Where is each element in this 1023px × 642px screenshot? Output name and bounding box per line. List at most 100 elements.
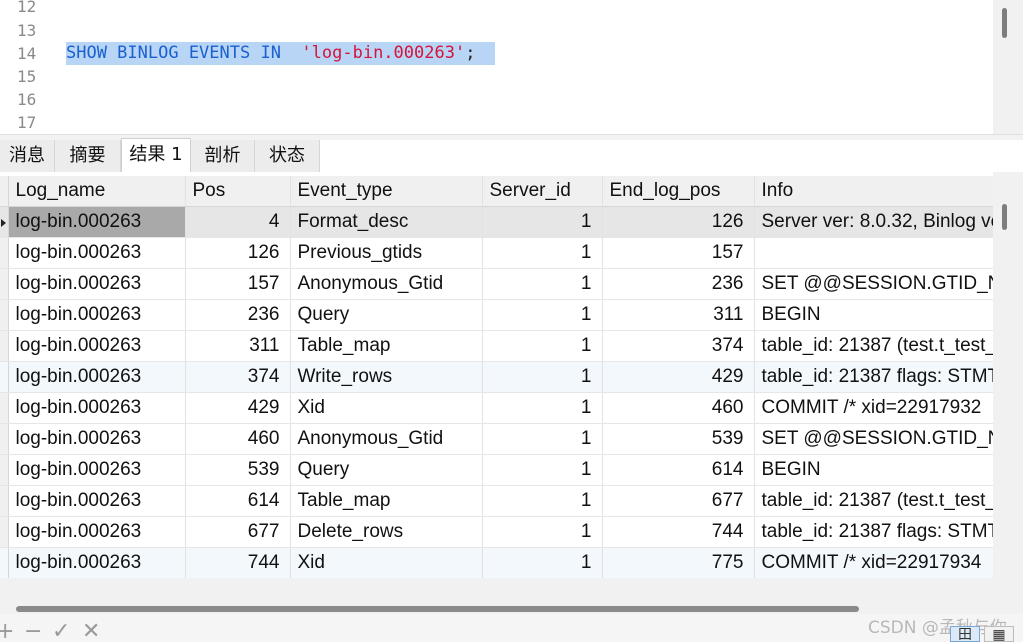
cell-pos[interactable]: 744: [185, 547, 291, 578]
cell-server-id[interactable]: 1: [482, 454, 603, 486]
cell-event-type[interactable]: Table_map: [290, 330, 483, 362]
row-gutter[interactable]: [0, 237, 9, 269]
column-header-log-name[interactable]: Log_name: [8, 176, 186, 207]
table-row[interactable]: log-bin.000263 311 Table_map 1 374 table_id: …: [0, 330, 993, 362]
cell-info[interactable]: table_id: 21387 flags: STMT: [754, 361, 993, 393]
cell-server-id[interactable]: 1: [482, 485, 603, 517]
row-gutter[interactable]: [0, 516, 9, 548]
cell-log-name[interactable]: log-bin.000263: [8, 454, 186, 486]
form-view-button[interactable]: ▦: [984, 626, 1014, 642]
cell-end-log-pos[interactable]: 157: [602, 237, 755, 269]
table-row[interactable]: log-bin.000263 614 Table_map 1 677 table_id: …: [0, 485, 993, 517]
tab-status[interactable]: 状态: [255, 140, 320, 172]
cell-log-name[interactable]: log-bin.000263: [8, 206, 186, 238]
tab-messages[interactable]: 消息: [0, 140, 55, 172]
cell-info[interactable]: BEGIN: [754, 299, 993, 331]
cell-log-name[interactable]: log-bin.000263: [8, 423, 186, 455]
cell-info[interactable]: COMMIT /* xid=22917932: [754, 392, 993, 424]
cell-end-log-pos[interactable]: 311: [602, 299, 755, 331]
cell-info[interactable]: SET @@SESSION.GTID_NEX: [754, 268, 993, 300]
grid-scrollbar-thumb[interactable]: [1002, 204, 1007, 230]
cell-info[interactable]: table_id: 21387 (test.t_test_: [754, 330, 993, 362]
table-row[interactable]: log-bin.000263 429 Xid 1 460 COMMIT /* xid=22…: [0, 392, 993, 424]
cell-event-type[interactable]: Xid: [290, 547, 483, 578]
cell-server-id[interactable]: 1: [482, 237, 603, 269]
cell-log-name[interactable]: log-bin.000263: [8, 361, 186, 393]
table-row[interactable]: log-bin.000263 744 Xid 1 775 COMMIT /* xid=22…: [0, 547, 993, 578]
tab-result-1[interactable]: 结果 1: [121, 138, 191, 172]
row-gutter[interactable]: [0, 361, 9, 393]
cell-end-log-pos[interactable]: 677: [602, 485, 755, 517]
cell-end-log-pos[interactable]: 126: [602, 206, 755, 238]
editor-scrollbar-thumb[interactable]: [1002, 8, 1007, 38]
cell-event-type[interactable]: Query: [290, 299, 483, 331]
cell-log-name[interactable]: log-bin.000263: [8, 485, 186, 517]
cell-pos[interactable]: 311: [185, 330, 291, 362]
discard-changes-button[interactable]: ✕: [82, 621, 100, 642]
result-grid[interactable]: Log_name Pos Event_type Server_id End_lo…: [0, 176, 993, 578]
table-row[interactable]: log-bin.000263 460 Anonymous_Gtid 1 539 SET @…: [0, 423, 993, 455]
cell-pos[interactable]: 460: [185, 423, 291, 455]
column-header-info[interactable]: Info: [754, 176, 993, 207]
row-gutter[interactable]: [0, 299, 9, 331]
row-gutter[interactable]: [0, 423, 9, 455]
editor-scrollbar-track[interactable]: [993, 0, 1023, 134]
cell-log-name[interactable]: log-bin.000263: [8, 299, 186, 331]
cell-pos[interactable]: 374: [185, 361, 291, 393]
tab-summary[interactable]: 摘要: [55, 140, 121, 172]
cell-event-type[interactable]: Anonymous_Gtid: [290, 268, 483, 300]
table-row[interactable]: log-bin.000263 236 Query 1 311 BEGIN: [0, 299, 993, 331]
sql-editor[interactable]: 12 13 14 SHOW BINLOG EVENTS IN 'log-bin.…: [0, 0, 1023, 134]
horizontal-scrollbar-thumb[interactable]: [16, 606, 859, 612]
row-gutter[interactable]: [0, 268, 9, 300]
cell-end-log-pos[interactable]: 614: [602, 454, 755, 486]
cell-log-name[interactable]: log-bin.000263: [8, 392, 186, 424]
cell-event-type[interactable]: Previous_gtids: [290, 237, 483, 269]
cell-server-id[interactable]: 1: [482, 206, 603, 238]
cell-log-name[interactable]: log-bin.000263: [8, 237, 186, 269]
tab-profile[interactable]: 剖析: [191, 140, 255, 172]
row-gutter[interactable]: [0, 454, 9, 486]
cell-server-id[interactable]: 1: [482, 330, 603, 362]
table-row[interactable]: log-bin.000263 4 Format_desc 1 126 Server ver…: [0, 206, 993, 238]
table-row[interactable]: log-bin.000263 374 Write_rows 1 429 table_id:…: [0, 361, 993, 393]
cell-end-log-pos[interactable]: 460: [602, 392, 755, 424]
column-header-end-log-pos[interactable]: End_log_pos: [602, 176, 755, 207]
cell-log-name[interactable]: log-bin.000263: [8, 547, 186, 578]
grid-view-button[interactable]: 田: [950, 626, 980, 642]
cell-info[interactable]: [754, 237, 993, 269]
row-gutter[interactable]: [0, 547, 9, 578]
column-header-pos[interactable]: Pos: [185, 176, 291, 207]
delete-record-button[interactable]: −: [24, 621, 42, 642]
cell-info[interactable]: BEGIN: [754, 454, 993, 486]
cell-info[interactable]: SET @@SESSION.GTID_NEX: [754, 423, 993, 455]
cell-event-type[interactable]: Write_rows: [290, 361, 483, 393]
cell-event-type[interactable]: Anonymous_Gtid: [290, 423, 483, 455]
row-gutter[interactable]: [0, 330, 9, 362]
cell-event-type[interactable]: Query: [290, 454, 483, 486]
cell-log-name[interactable]: log-bin.000263: [8, 268, 186, 300]
table-row[interactable]: log-bin.000263 126 Previous_gtids 1 157: [0, 237, 993, 269]
cell-info[interactable]: Server ver: 8.0.32, Binlog ve: [754, 206, 993, 238]
cell-info[interactable]: COMMIT /* xid=22917934: [754, 547, 993, 578]
cell-event-type[interactable]: Delete_rows: [290, 516, 483, 548]
cell-server-id[interactable]: 1: [482, 268, 603, 300]
apply-changes-button[interactable]: ✓: [52, 621, 70, 642]
sql-statement[interactable]: SHOW BINLOG EVENTS IN 'log-bin.000263';: [66, 42, 496, 65]
cell-end-log-pos[interactable]: 374: [602, 330, 755, 362]
cell-server-id[interactable]: 1: [482, 392, 603, 424]
cell-pos[interactable]: 4: [185, 206, 291, 238]
cell-pos[interactable]: 614: [185, 485, 291, 517]
cell-server-id[interactable]: 1: [482, 516, 603, 548]
cell-end-log-pos[interactable]: 236: [602, 268, 755, 300]
table-row[interactable]: log-bin.000263 539 Query 1 614 BEGIN: [0, 454, 993, 486]
column-header-server-id[interactable]: Server_id: [482, 176, 603, 207]
cell-pos[interactable]: 236: [185, 299, 291, 331]
row-gutter[interactable]: [0, 206, 9, 238]
cell-pos[interactable]: 126: [185, 237, 291, 269]
cell-end-log-pos[interactable]: 744: [602, 516, 755, 548]
grid-scrollbar-track[interactable]: [993, 172, 1023, 592]
cell-event-type[interactable]: Xid: [290, 392, 483, 424]
cell-server-id[interactable]: 1: [482, 299, 603, 331]
cell-end-log-pos[interactable]: 775: [602, 547, 755, 578]
